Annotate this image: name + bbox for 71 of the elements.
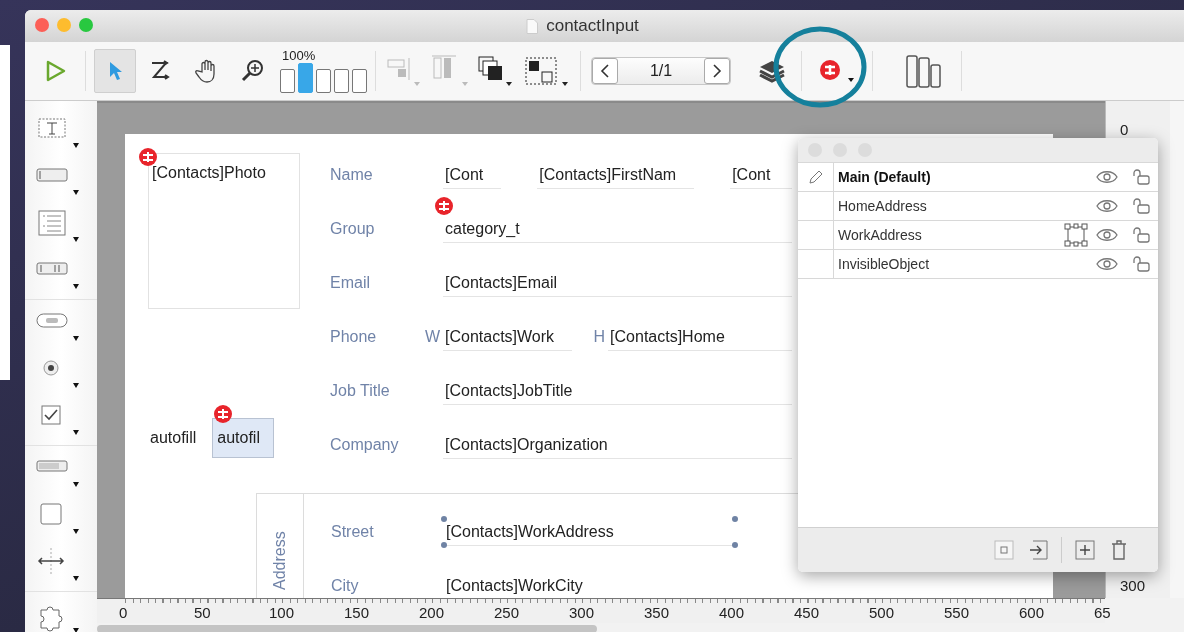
input-field[interactable]: [Cont (443, 161, 502, 189)
input-field[interactable]: [Contacts]Organization (443, 431, 792, 459)
layer-row[interactable]: Main (Default) (798, 162, 1158, 192)
previous-page-button[interactable] (592, 58, 618, 84)
zoom-step[interactable] (352, 69, 367, 93)
eye-icon[interactable] (1095, 198, 1119, 214)
ruler-label: 50 (194, 604, 211, 621)
group-title: Address (271, 530, 289, 590)
ruler-label: 400 (719, 604, 745, 621)
chevron-left-icon (600, 63, 610, 79)
input-field[interactable]: [Contacts]Home (608, 323, 792, 351)
field-label: Job Title (330, 382, 391, 400)
horizontal-scrollbar[interactable] (97, 625, 597, 632)
zoom-step[interactable] (280, 69, 295, 93)
ruler-label: 65 (1094, 604, 1111, 621)
ruler-label: 0 (119, 604, 128, 621)
field-label: Phone (330, 328, 378, 346)
autofill-field[interactable]: autofil (212, 418, 275, 458)
zoom-percent: 100% (282, 49, 316, 63)
input-field[interactable]: [Cont (730, 161, 792, 189)
field-label: City (331, 577, 360, 595)
ruler-label: 150 (344, 604, 370, 621)
field-label: Email (330, 274, 371, 292)
field-label: Street (331, 523, 375, 541)
chevron-right-icon (712, 63, 722, 79)
ruler-label: 450 (794, 604, 820, 621)
ruler-label: 500 (869, 604, 895, 621)
next-page-button[interactable] (704, 58, 730, 84)
layer-name: InvisibleObject (837, 256, 931, 272)
phone-type-label: W (425, 328, 442, 346)
field-label: Group (330, 220, 376, 238)
input-field[interactable]: [Contacts]JobTitle (443, 377, 792, 405)
window-title: contactInput (546, 16, 639, 36)
autofill-label: autofill (150, 429, 197, 447)
layer-row[interactable]: InvisibleObject (798, 250, 1158, 279)
ruler-label: 350 (644, 604, 670, 621)
ruler-label: 550 (944, 604, 970, 621)
ruler-label: 300 (569, 604, 595, 621)
layer-name: WorkAddress (837, 227, 923, 243)
eye-icon[interactable] (1095, 169, 1119, 185)
eye-icon[interactable] (1095, 227, 1119, 243)
input-field[interactable]: [Contacts]Work (443, 323, 573, 351)
layer-name: HomeAddress (837, 198, 928, 214)
input-field[interactable]: [Contacts]FirstNam (537, 161, 695, 189)
move-to-layer-icon[interactable] (1027, 539, 1049, 561)
ruler-label: 0 (1120, 121, 1130, 138)
layer-row[interactable]: HomeAddress (798, 192, 1158, 221)
eye-icon[interactable] (1095, 256, 1119, 272)
vertical-scrollbar[interactable] (1170, 101, 1184, 598)
ruler-label: 250 (494, 604, 520, 621)
input-field[interactable]: [Contacts]Email (443, 269, 792, 297)
zoom-step[interactable] (316, 69, 331, 93)
input-field[interactable]: [Contacts]WorkAddress (444, 518, 735, 546)
document-icon (526, 18, 539, 34)
layer-row[interactable]: WorkAddress (798, 221, 1158, 250)
close-button[interactable] (35, 18, 49, 32)
ruler-label: 600 (1019, 604, 1045, 621)
phone-type-label: H (592, 328, 607, 346)
zoom-step[interactable] (334, 69, 349, 93)
page-indicator: 1/1 (648, 62, 674, 80)
input-field[interactable]: category_t (443, 215, 792, 243)
ruler-label: 100 (269, 604, 295, 621)
field-label: Name (330, 166, 374, 184)
magnifier-icon (240, 58, 266, 84)
layer-name: Main (Default) (837, 169, 932, 185)
field-label: Company (330, 436, 400, 454)
picture-field[interactable]: [Contacts]Photo (148, 153, 300, 309)
ruler-label: 300 (1120, 577, 1147, 594)
add-icon[interactable] (1074, 539, 1096, 561)
square-icon[interactable] (993, 539, 1015, 561)
ruler-label: 200 (419, 604, 445, 621)
